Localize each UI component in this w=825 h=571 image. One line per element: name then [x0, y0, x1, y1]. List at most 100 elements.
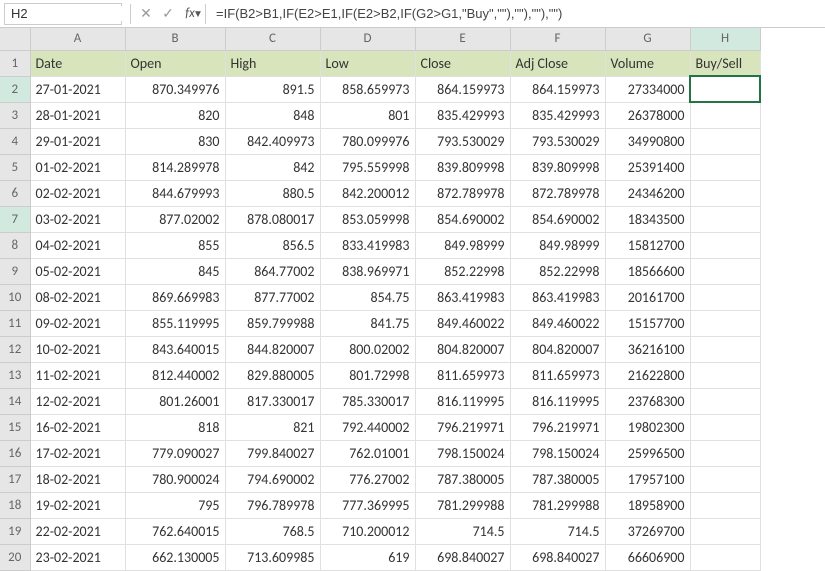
cell[interactable]: 849.98999 [510, 232, 605, 258]
cell[interactable]: 793.530029 [510, 128, 605, 154]
cell[interactable]: 864.77002 [225, 258, 320, 284]
col-header-H[interactable]: H [690, 28, 760, 50]
cell[interactable]: 844.679993 [125, 180, 225, 206]
cell[interactable]: 864.159973 [510, 76, 605, 102]
cell[interactable]: 11-02-2021 [30, 362, 125, 388]
cell[interactable]: 787.380005 [415, 466, 510, 492]
cell[interactable]: 779.090027 [125, 440, 225, 466]
cell[interactable]: 842.200012 [320, 180, 415, 206]
cell[interactable]: 811.659973 [510, 362, 605, 388]
cell[interactable]: 02-02-2021 [30, 180, 125, 206]
cell[interactable]: 19-02-2021 [30, 492, 125, 518]
cell[interactable]: 844.820007 [225, 336, 320, 362]
cell[interactable]: Adj Close [510, 50, 605, 76]
cell[interactable]: 798.150024 [415, 440, 510, 466]
cell[interactable]: 849.460022 [510, 310, 605, 336]
cell-active[interactable] [690, 76, 760, 102]
cell[interactable] [690, 544, 760, 570]
cell[interactable]: 816.119995 [415, 388, 510, 414]
cell[interactable]: 23768300 [605, 388, 690, 414]
cell[interactable]: 877.77002 [225, 284, 320, 310]
cell[interactable] [690, 466, 760, 492]
cell[interactable]: 787.380005 [510, 466, 605, 492]
cell[interactable]: 714.5 [510, 518, 605, 544]
cell[interactable]: 698.840027 [510, 544, 605, 570]
cell[interactable]: 843.640015 [125, 336, 225, 362]
cell[interactable]: 820 [125, 102, 225, 128]
cell[interactable]: 854.690002 [415, 206, 510, 232]
cell[interactable]: 29-01-2021 [30, 128, 125, 154]
cell[interactable]: 768.5 [225, 518, 320, 544]
select-all-corner[interactable] [0, 28, 30, 50]
row-header-4[interactable]: 4 [0, 128, 30, 154]
cell[interactable]: 804.820007 [510, 336, 605, 362]
cell[interactable]: 795.559998 [320, 154, 415, 180]
cell[interactable]: 18343500 [605, 206, 690, 232]
cell[interactable]: 27334000 [605, 76, 690, 102]
cell[interactable] [690, 414, 760, 440]
spreadsheet-grid[interactable]: A B C D E F G H 1 Date Open High Low Clo… [0, 28, 825, 571]
cell[interactable]: 835.429993 [510, 102, 605, 128]
cell[interactable]: 781.299988 [510, 492, 605, 518]
row-header-12[interactable]: 12 [0, 336, 30, 362]
cell[interactable]: 27-01-2021 [30, 76, 125, 102]
cell[interactable] [690, 258, 760, 284]
cell[interactable]: 870.349976 [125, 76, 225, 102]
cell[interactable]: 852.22998 [510, 258, 605, 284]
cell[interactable]: 17957100 [605, 466, 690, 492]
row-header-20[interactable]: 20 [0, 544, 30, 570]
cell[interactable] [690, 180, 760, 206]
cell[interactable] [690, 518, 760, 544]
cell[interactable]: 863.419983 [415, 284, 510, 310]
row-header-5[interactable]: 5 [0, 154, 30, 180]
cell[interactable] [690, 128, 760, 154]
cell[interactable]: 841.75 [320, 310, 415, 336]
cell[interactable] [690, 154, 760, 180]
cell[interactable]: 20161700 [605, 284, 690, 310]
cell[interactable]: 814.289978 [125, 154, 225, 180]
cell[interactable]: 713.609985 [225, 544, 320, 570]
cell[interactable] [690, 336, 760, 362]
cell[interactable]: 839.809998 [510, 154, 605, 180]
cell[interactable]: 698.840027 [415, 544, 510, 570]
cell[interactable]: 18-02-2021 [30, 466, 125, 492]
cell[interactable]: 838.969971 [320, 258, 415, 284]
cell[interactable]: 812.440002 [125, 362, 225, 388]
cell[interactable]: 856.5 [225, 232, 320, 258]
cell[interactable]: 845 [125, 258, 225, 284]
cell[interactable]: 37269700 [605, 518, 690, 544]
cell[interactable]: 16-02-2021 [30, 414, 125, 440]
cell[interactable]: 852.22998 [415, 258, 510, 284]
cell[interactable]: 853.059998 [320, 206, 415, 232]
cell[interactable] [690, 388, 760, 414]
cell[interactable]: 22-02-2021 [30, 518, 125, 544]
cell[interactable] [690, 362, 760, 388]
col-header-F[interactable]: F [510, 28, 605, 50]
cell[interactable]: 835.429993 [415, 102, 510, 128]
cell[interactable]: 849.98999 [415, 232, 510, 258]
cell[interactable]: 801.26001 [125, 388, 225, 414]
cell[interactable]: 619 [320, 544, 415, 570]
cell[interactable]: 25996500 [605, 440, 690, 466]
row-header-8[interactable]: 8 [0, 232, 30, 258]
cell[interactable]: 854.75 [320, 284, 415, 310]
cell[interactable]: 855.119995 [125, 310, 225, 336]
cell[interactable]: 18958900 [605, 492, 690, 518]
col-header-B[interactable]: B [125, 28, 225, 50]
formula-input[interactable] [210, 6, 825, 21]
cell[interactable]: 842.409973 [225, 128, 320, 154]
cell[interactable]: 662.130005 [125, 544, 225, 570]
cell[interactable]: 854.690002 [510, 206, 605, 232]
cell[interactable]: 12-02-2021 [30, 388, 125, 414]
cell[interactable]: 780.099976 [320, 128, 415, 154]
row-header-18[interactable]: 18 [0, 492, 30, 518]
cell[interactable]: 818 [125, 414, 225, 440]
cell[interactable]: 01-02-2021 [30, 154, 125, 180]
cell[interactable]: 872.789978 [415, 180, 510, 206]
col-header-A[interactable]: A [30, 28, 125, 50]
cell[interactable] [690, 310, 760, 336]
cell[interactable]: 777.369995 [320, 492, 415, 518]
cell[interactable]: 781.299988 [415, 492, 510, 518]
cell[interactable]: 877.02002 [125, 206, 225, 232]
row-header-6[interactable]: 6 [0, 180, 30, 206]
